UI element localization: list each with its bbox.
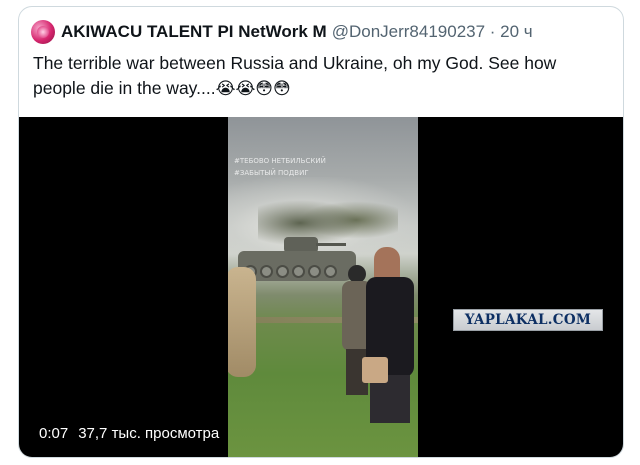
tweet-header: AKIWACU TALENT PI NetWork M @DonJerr8419… [31,19,533,45]
person-figure-woman [360,247,416,447]
tweet-emojis: 😭😭😳😳 [215,79,291,98]
author-handle-and-time[interactable]: @DonJerr84190237 · 20 ч [332,22,533,42]
video-player[interactable]: #ТЕБОВО НЕТБИЛЬСКИЙ #ЗАБЫТЫЙ ПОДВИГ 0:07… [19,117,623,457]
author-name[interactable]: AKIWACU TALENT PI NetWork M [61,22,327,42]
tweet-body: The terrible war between Russia and Ukra… [33,53,557,98]
site-watermark-badge: YAPLAKAL.COM [453,309,603,331]
video-time: 0:07 [39,425,69,442]
avatar-logo-icon[interactable] [31,20,55,44]
person-figure-left [228,267,256,377]
tweet-text: The terrible war between Russia and Ukra… [33,51,593,101]
video-time-views-overlay: 0:07 37,7 тыс. просмотра [33,422,226,446]
tweet-card[interactable]: AKIWACU TALENT PI NetWork M @DonJerr8419… [18,6,624,458]
video-watermark: #ТЕБОВО НЕТБИЛЬСКИЙ #ЗАБЫТЫЙ ПОДВИГ [234,157,326,177]
video-frame: #ТЕБОВО НЕТБИЛЬСКИЙ #ЗАБЫТЫЙ ПОДВИГ [228,117,418,457]
video-views: 37,7 тыс. просмотра [78,425,220,442]
